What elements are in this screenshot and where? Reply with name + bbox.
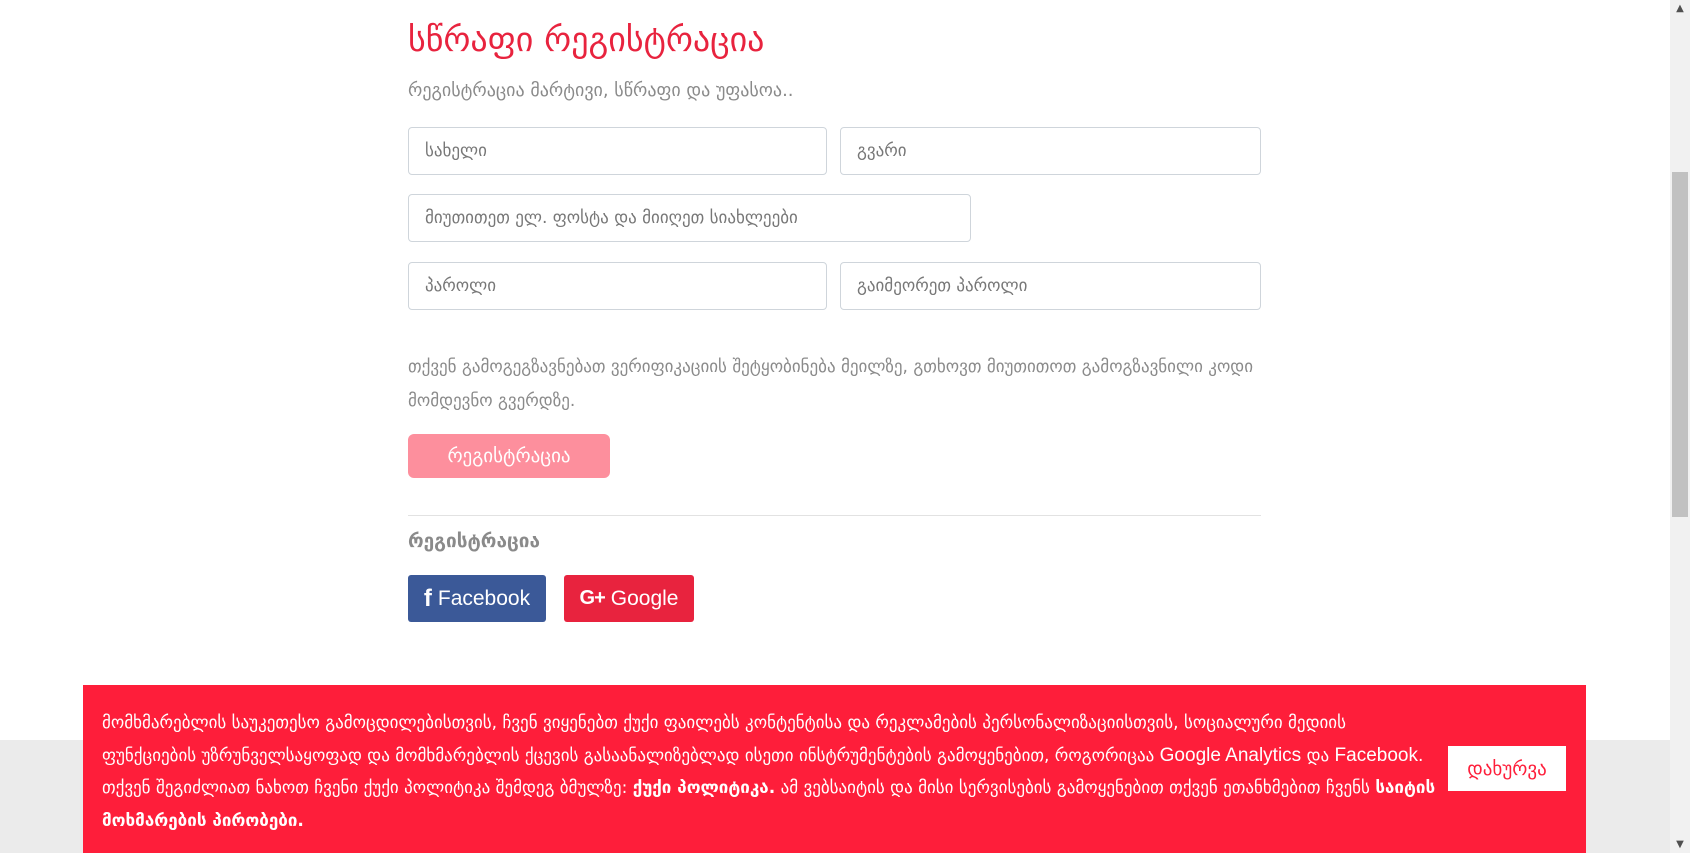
google-button-label: Google xyxy=(610,586,679,610)
google-register-button[interactable]: G+ Google xyxy=(564,575,694,622)
cookie-text-and: და xyxy=(1306,745,1330,766)
cookie-consent-text: მომხმარებლის საუკეთესო გამოცდილებისთვის,… xyxy=(102,707,1442,837)
cookie-facebook: Facebook xyxy=(1334,744,1418,766)
cookie-close-button[interactable]: დახურვა xyxy=(1448,746,1566,791)
scroll-up-arrow-icon[interactable]: ▲ xyxy=(1670,0,1690,17)
page-scrollbar[interactable]: ▲ ▼ xyxy=(1670,0,1690,853)
facebook-register-button[interactable]: f Facebook xyxy=(408,575,546,622)
cookie-text-part-3: ამ ვებსაიტის და მისი სერვისების გამოყენე… xyxy=(780,778,1370,798)
verification-note: თქვენ გამოგეგზავნებათ ვერიფიკაციის შეტყო… xyxy=(408,357,1254,411)
page-subtitle: რეგისტრაცია მარტივი, სწრაფი და უფასოა.. xyxy=(408,80,794,101)
password-input[interactable] xyxy=(408,262,827,310)
facebook-button-label: Facebook xyxy=(437,586,531,610)
google-plus-icon: G+ xyxy=(579,587,606,609)
email-input[interactable] xyxy=(408,194,971,242)
cookie-google-analytics: Google Analytics xyxy=(1159,744,1302,766)
last-name-input[interactable] xyxy=(840,127,1261,175)
scroll-down-arrow-icon[interactable]: ▼ xyxy=(1670,836,1690,853)
first-name-input[interactable] xyxy=(408,127,827,175)
scroll-thumb[interactable] xyxy=(1672,172,1688,517)
cookie-policy-link[interactable]: ქუქი პოლიტიკა. xyxy=(633,778,775,798)
register-button[interactable]: რეგისტრაცია xyxy=(408,434,610,478)
social-registration-heading: რეგისტრაცია xyxy=(408,530,541,552)
facebook-f-icon: f xyxy=(423,584,432,612)
cookie-consent-banner: მომხმარებლის საუკეთესო გამოცდილებისთვის,… xyxy=(83,685,1586,853)
divider xyxy=(408,515,1261,516)
page-title: სწრაფი რეგისტრაცია xyxy=(408,20,765,60)
repeat-password-input[interactable] xyxy=(840,262,1261,310)
